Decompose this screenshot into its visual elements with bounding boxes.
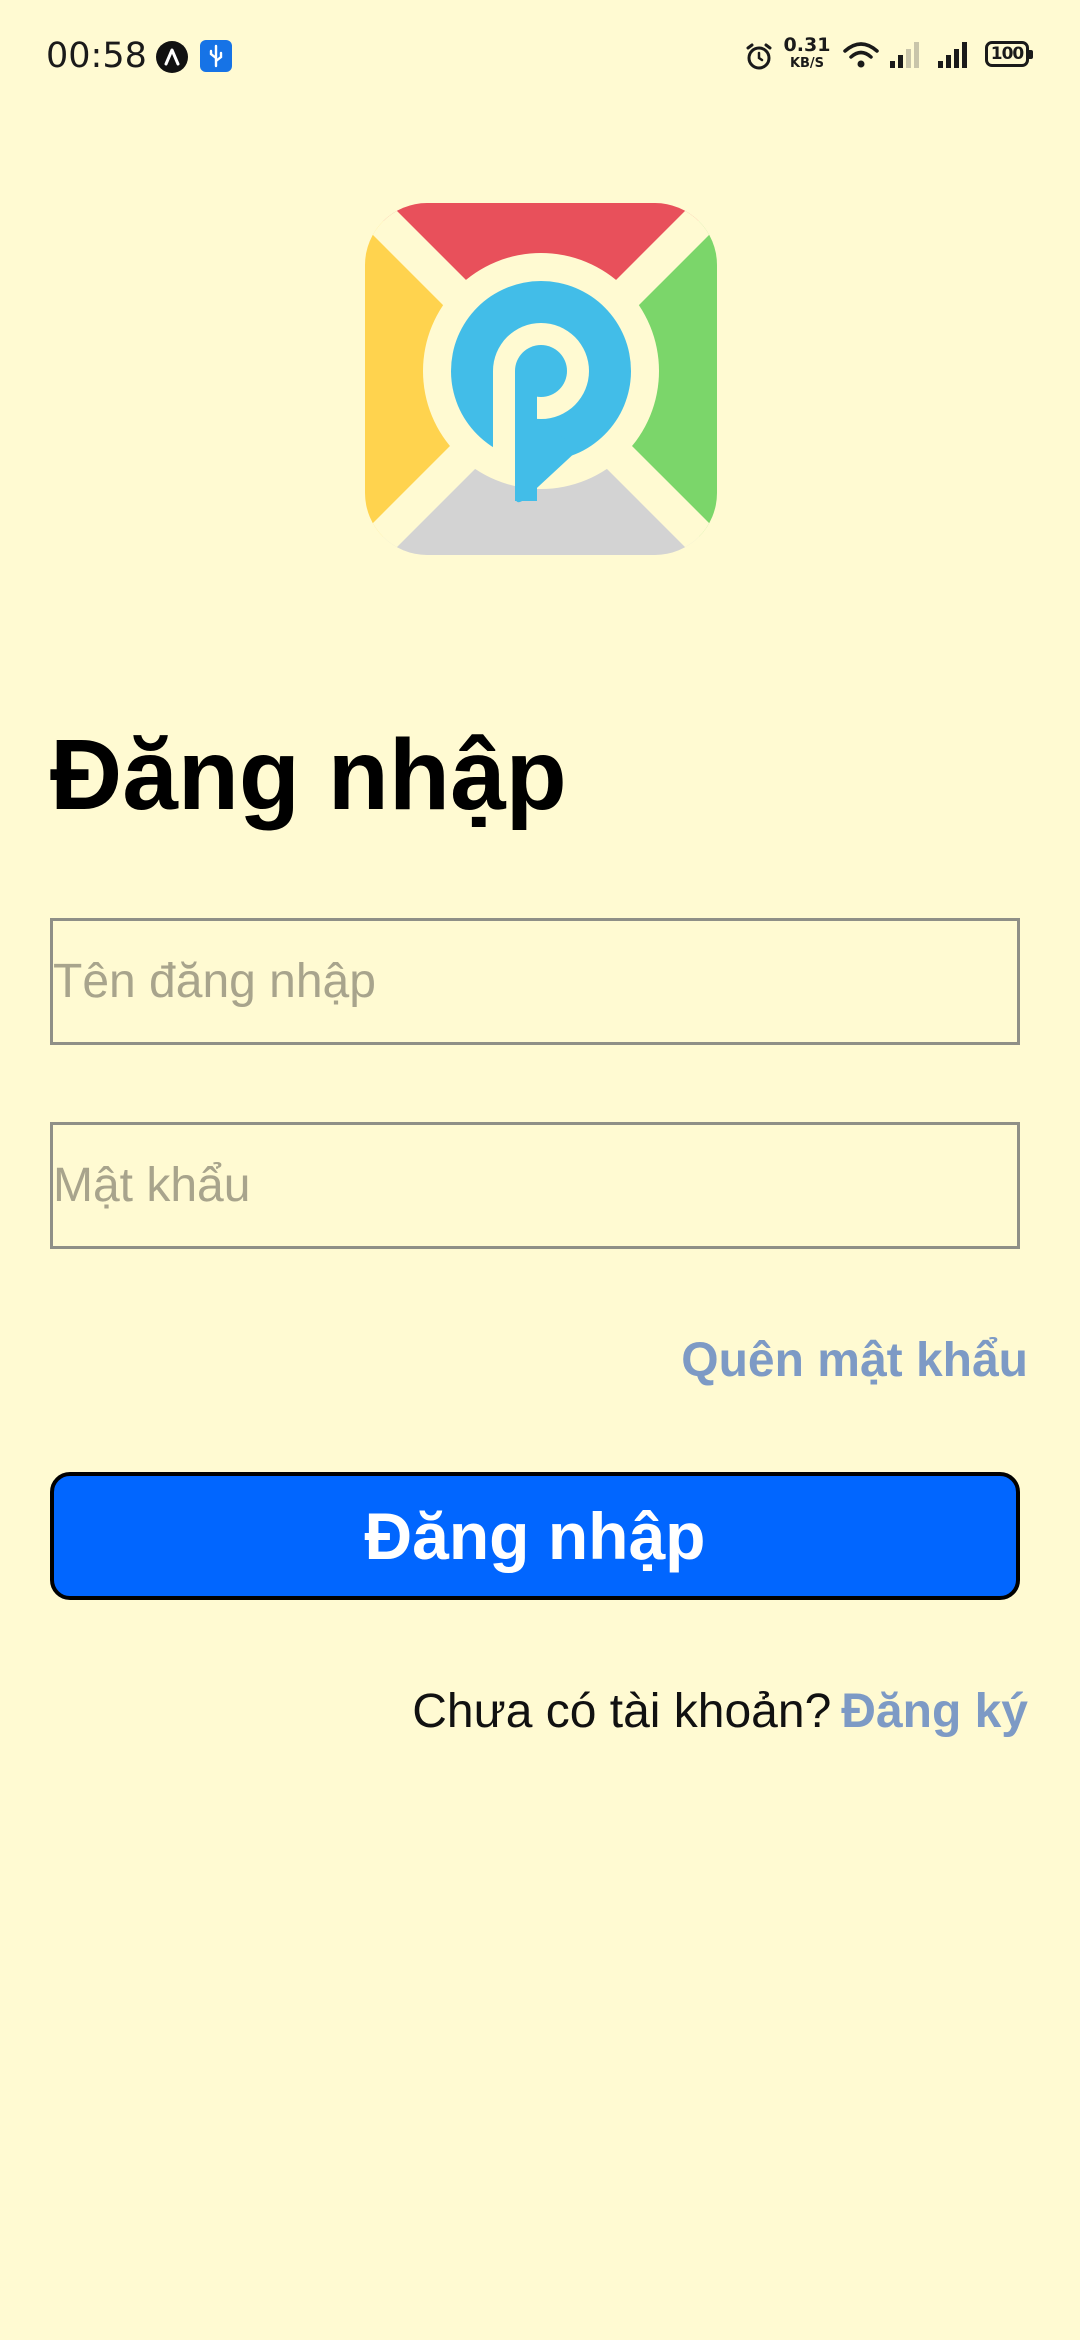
signal-icon (888, 40, 924, 75)
signup-link[interactable]: Đăng ký (841, 1685, 1028, 1738)
battery-level: 100 (990, 44, 1024, 64)
forgot-password-link[interactable]: Quên mật khẩu (681, 1333, 1028, 1388)
login-button[interactable]: Đăng nhập (50, 1472, 1020, 1600)
username-input[interactable] (50, 918, 1020, 1045)
signal-icon (936, 40, 972, 75)
signup-row: Chưa có tài khoản? Đăng ký (412, 1684, 1028, 1739)
password-input[interactable] (50, 1122, 1020, 1249)
wifi-icon (842, 40, 880, 75)
net-speed-value: 0.31 (783, 34, 831, 56)
battery-icon: 100 (985, 41, 1033, 67)
page-title: Đăng nhập (50, 719, 567, 831)
usb-icon (200, 40, 232, 72)
net-speed: 0.31 KB/S (782, 34, 832, 71)
status-time: 00:58 (46, 36, 147, 76)
net-speed-unit: KB/S (789, 56, 825, 71)
status-bar: 00:58 0.31 KB/S 100 (0, 0, 1080, 110)
signup-prompt: Chưa có tài khoản? (412, 1685, 832, 1738)
app-a-icon (156, 41, 188, 73)
map-pin-logo-icon (365, 203, 717, 555)
alarm-icon (744, 42, 774, 77)
